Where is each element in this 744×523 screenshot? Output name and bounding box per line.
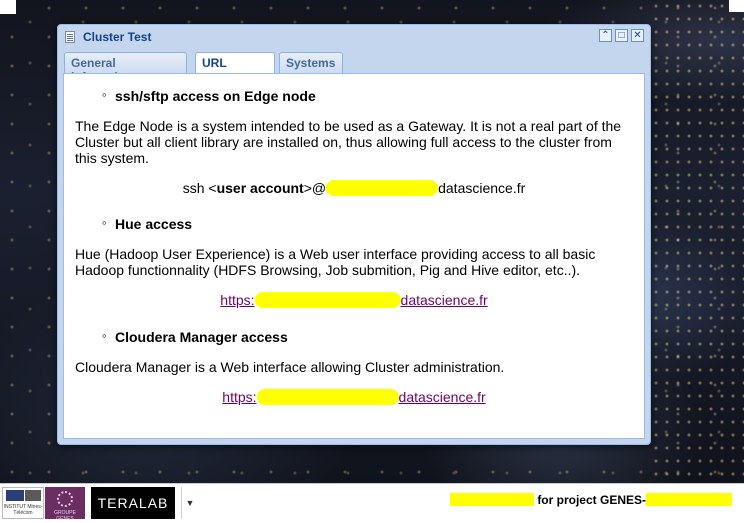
teralab-logo[interactable]: TERALAB [91, 487, 175, 519]
redacted-project [646, 493, 732, 506]
maximize-icon[interactable]: □ [615, 29, 628, 42]
cluster-test-window: Cluster Test ⌃ □ ✕ General infomation UR… [57, 24, 651, 445]
section-heading-hue: Hue access [102, 215, 192, 232]
redacted-host [254, 292, 401, 308]
ssh-command: ssh <user account>@ datascience.fr [64, 180, 644, 196]
tab-url-access[interactable]: URL access [195, 52, 275, 84]
project-label: for project GENES- [449, 493, 732, 507]
section-text-cloudera: Cloudera Manager is a Web interface allo… [75, 359, 505, 375]
window-title: Cluster Test [83, 30, 152, 44]
ssh-command-prefix: ssh < [182, 180, 217, 196]
redacted-host [256, 389, 399, 405]
bottom-taskbar: INSTITUT Mines-Télécom GROUPE GENES TERA… [0, 483, 744, 523]
tab-systems[interactable]: Systems [279, 52, 343, 73]
ssh-command-mid: >@ [303, 180, 327, 196]
section-text-ssh: The Edge Node is a system intended to be… [75, 118, 622, 166]
institut-mines-telecom-logo: INSTITUT Mines-Télécom [2, 487, 44, 519]
window-titlebar[interactable]: Cluster Test ⌃ □ ✕ [58, 25, 650, 49]
redacted-user [449, 493, 534, 506]
tab-strip: General infomation URL access Systems [64, 52, 644, 84]
section-heading-cloudera: Cloudera Manager access [102, 328, 288, 345]
cloudera-link-suffix[interactable]: datascience.fr [399, 389, 486, 405]
logo-mark [25, 490, 41, 501]
cloudera-link[interactable]: https: datascience.fr [64, 389, 644, 405]
groupe-genes-logo: GROUPE GENES [45, 487, 85, 522]
tab-general-information[interactable]: General infomation [64, 52, 187, 84]
chevron-down-icon[interactable]: ▼ [181, 487, 198, 519]
logo-mark [6, 490, 24, 501]
redacted-host [326, 180, 439, 196]
background-edge [729, 0, 744, 12]
ssh-command-suffix: datascience.fr [438, 180, 526, 196]
hue-link-prefix[interactable]: https: [220, 292, 254, 308]
logo-imt-text: INSTITUT Mines-Télécom [3, 504, 43, 516]
hue-link-suffix[interactable]: datascience.fr [401, 292, 488, 308]
section-heading-ssh: ssh/sftp access on Edge node [102, 87, 316, 104]
section-text-hue: Hue (Hadoop User Experience) is a Web us… [75, 246, 596, 278]
logo-genes-text: GROUPE GENES [54, 510, 76, 522]
logo-ring [57, 491, 73, 507]
cloudera-link-prefix[interactable]: https: [222, 389, 256, 405]
document-icon [65, 31, 75, 43]
background-edge [0, 0, 16, 14]
close-icon[interactable]: ✕ [631, 29, 644, 42]
ssh-command-user: user account [216, 180, 304, 196]
city-lights-east [650, 0, 744, 483]
hue-link[interactable]: https: datascience.fr [64, 292, 644, 308]
project-text: for project GENES- [537, 493, 646, 507]
collapse-icon[interactable]: ⌃ [599, 29, 612, 42]
tab-content-panel: ssh/sftp access on Edge node The Edge No… [63, 73, 645, 439]
